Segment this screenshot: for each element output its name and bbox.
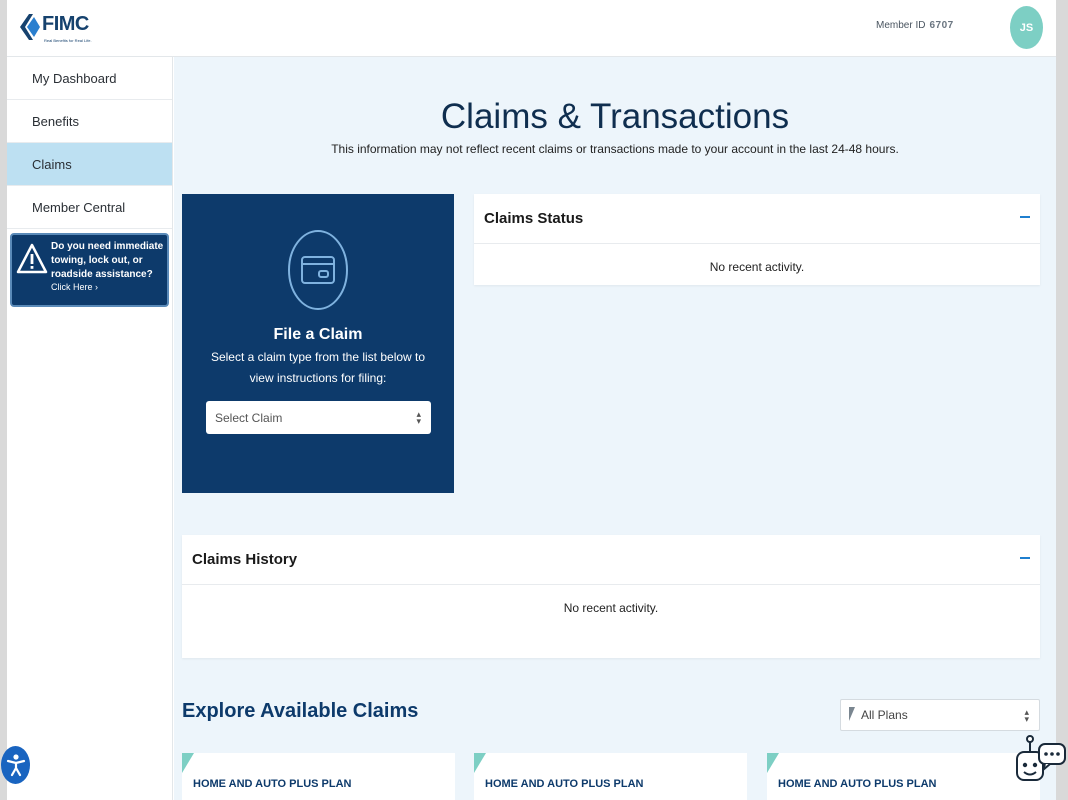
logo-tagline: Real Benefits for Real Life.: [44, 38, 92, 43]
chevron-updown-icon: ▴ ▾: [1024, 707, 1029, 724]
plan-corner-accent: [182, 753, 194, 773]
fimc-logo-icon: [20, 14, 40, 40]
plan-card-label: HOME AND AUTO PLUS PLAN: [193, 778, 352, 790]
plan-card[interactable]: HOME AND AUTO PLUS PLAN: [767, 753, 1040, 800]
file-claim-card: File a Claim Select a claim type from th…: [182, 194, 454, 493]
select-claim-dropdown[interactable]: Select Claim ▴ ▾: [206, 401, 431, 434]
explore-title: Explore Available Claims: [182, 700, 419, 722]
main-content: Claims & Transactions This information m…: [174, 57, 1056, 800]
claims-status-header: Claims Status: [474, 194, 1040, 244]
claims-status-title: Claims Status: [484, 210, 584, 227]
plan-corner-accent: [474, 753, 486, 773]
avatar[interactable]: JS: [1010, 6, 1043, 49]
sidebar-item-benefits[interactable]: Benefits: [7, 100, 172, 143]
select-claim-value: Select Claim: [215, 410, 283, 425]
plan-card[interactable]: HOME AND AUTO PLUS PLAN: [182, 753, 455, 800]
flag-icon: [849, 707, 855, 721]
member-id: Member ID 6707: [876, 20, 954, 31]
claims-status-empty: No recent activity.: [709, 260, 805, 274]
sidebar-item-my-dashboard[interactable]: My Dashboard: [7, 57, 172, 100]
accessibility-icon: [6, 754, 25, 777]
sidebar-item-claims[interactable]: Claims: [7, 143, 172, 186]
accessibility-button[interactable]: [1, 746, 30, 784]
sidebar: My Dashboard Benefits Claims Member Cent…: [7, 57, 173, 800]
claims-status-panel: Claims Status No recent activity.: [474, 194, 1040, 285]
plan-card[interactable]: HOME AND AUTO PLUS PLAN: [474, 753, 747, 800]
file-claim-description: Select a claim type from the list below …: [210, 350, 426, 385]
claims-history-panel: Claims History No recent activity.: [182, 535, 1040, 658]
top-header: FIMC Real Benefits for Real Life. Member…: [7, 0, 1056, 57]
claims-history-header: Claims History: [182, 535, 1040, 585]
page-subtitle: This information may not reflect recent …: [331, 142, 899, 156]
roadside-assistance-banner[interactable]: Do you need immediate towing, lock out, …: [10, 233, 169, 307]
plan-card-label: HOME AND AUTO PLUS PLAN: [778, 778, 937, 790]
minus-icon[interactable]: [1020, 557, 1030, 559]
plans-filter-value: All Plans: [861, 708, 908, 722]
right-edge: [1056, 0, 1068, 800]
claims-history-empty: No recent activity.: [563, 601, 659, 615]
member-id-label: Member ID: [876, 20, 926, 31]
minus-icon[interactable]: [1020, 216, 1030, 218]
plan-card-label: HOME AND AUTO PLUS PLAN: [485, 778, 644, 790]
page-title: Claims & Transactions: [440, 97, 790, 136]
warning-icon: [16, 243, 48, 274]
chatbot-icon[interactable]: [1014, 732, 1068, 788]
logo-text: FIMC: [42, 13, 89, 35]
claims-history-title: Claims History: [192, 551, 298, 568]
assist-text: Do you need immediate towing, lock out, …: [51, 241, 164, 280]
member-id-value: 6707: [929, 20, 954, 31]
sidebar-item-member-central[interactable]: Member Central: [7, 186, 172, 229]
left-edge: [0, 0, 7, 800]
assist-click-here-link[interactable]: Click Here ›: [51, 282, 98, 292]
plans-filter-dropdown[interactable]: All Plans ▴ ▾: [840, 699, 1040, 731]
file-claim-title: File a Claim: [273, 326, 363, 343]
chevron-updown-icon: ▴ ▾: [416, 409, 421, 426]
credit-card-icon: [288, 230, 348, 310]
plan-corner-accent: [767, 753, 779, 773]
fimc-logo[interactable]: FIMC Real Benefits for Real Life.: [20, 12, 100, 46]
